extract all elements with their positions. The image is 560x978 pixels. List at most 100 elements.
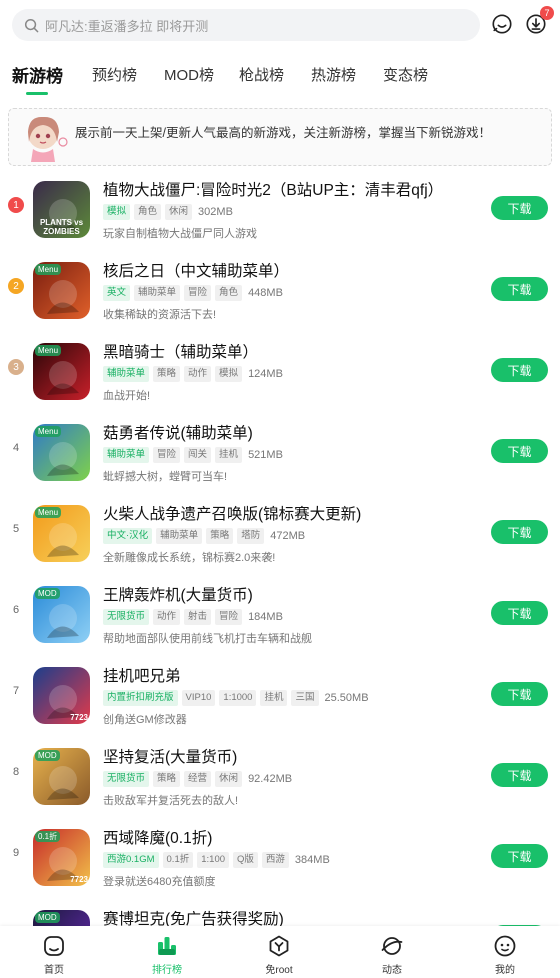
game-tag: 塔防 [237, 528, 265, 544]
tab-new-games[interactable]: 新游榜 [12, 62, 63, 87]
nav-home[interactable]: 首页 [24, 934, 84, 976]
game-tag: 策略 [206, 528, 234, 544]
game-tag: 无限货币 [103, 771, 150, 787]
game-title[interactable]: 挂机吧兄弟 [103, 664, 181, 686]
game-row[interactable]: 4 Menu 菇勇者传说(辅助菜单) 辅助菜单 冒险 闯关 挂机 521MB 蚍蜉撼大树，螳臂可… [0, 413, 560, 494]
game-icon-thumbnail[interactable]: 7723 [33, 667, 90, 724]
game-title[interactable]: 核后之日（中文辅助菜单） [103, 259, 289, 281]
tag-list: 模拟 角色 休闲 302MB [103, 204, 233, 220]
game-tag: 无限货币 [103, 609, 150, 625]
tab-hot[interactable]: 热游榜 [311, 64, 356, 85]
tag-list: 英文 辅助菜单 冒险 角色 448MB [103, 285, 283, 301]
game-tag: 冒险 [153, 447, 181, 463]
game-row[interactable]: 3 Menu 黑暗骑士（辅助菜单） 辅助菜单 策略 动作 模拟 124MB 血战开始! 下载 [0, 332, 560, 413]
info-banner: 展示前一天上架/更新人气最高的新游戏，关注新游榜，掌握当下新锐游戏！ [8, 108, 552, 166]
thumbnail-text: 7723 [70, 713, 88, 722]
tag-list: 辅助菜单 策略 动作 模拟 124MB [103, 366, 283, 382]
download-button[interactable]: 下载 [491, 682, 548, 706]
thumbnail-corner-label: Menu [35, 426, 62, 437]
game-description: 击败敌军并复活死去的敌人! [103, 795, 239, 807]
tab-shooter[interactable]: 枪战榜 [239, 64, 284, 85]
game-title[interactable]: 植物大战僵尸:冒险时光2（B站UP主：清丰君qfj） [103, 178, 443, 200]
nav-ranking[interactable]: 排行榜 [137, 934, 197, 976]
game-tag: 模拟 [103, 204, 131, 220]
ranking-icon [158, 937, 176, 955]
rank-number: 7 [12, 685, 20, 697]
file-size: 92.42MB [248, 773, 293, 785]
game-tag: 1:100 [197, 852, 230, 868]
game-row[interactable]: 6 MOD 王牌轰炸机(大量货币) 无限货币 动作 射击 冒险 184MB 帮助地面部队使用前线… [0, 575, 560, 656]
file-size: 302MB [198, 206, 233, 218]
top-bar: 阿凡达:重返潘多拉 即将开测 7 [0, 0, 560, 50]
download-button[interactable]: 下载 [491, 358, 548, 382]
rank-number: 9 [12, 847, 20, 859]
download-button[interactable]: 下载 [491, 763, 548, 787]
download-button[interactable]: 下载 [491, 601, 548, 625]
tab-modded[interactable]: 变态榜 [383, 64, 428, 85]
game-icon-thumbnail[interactable]: Menu [33, 262, 90, 319]
game-title[interactable]: 菇勇者传说(辅助菜单) [103, 421, 253, 443]
download-button[interactable]: 下载 [491, 439, 548, 463]
game-description: 帮助地面部队使用前线飞机打击车辆和战舰 [103, 633, 312, 645]
game-tag: 西游0.1GM [103, 852, 159, 868]
nav-no-root[interactable]: 免root [249, 934, 309, 976]
game-icon-thumbnail[interactable]: MOD [33, 586, 90, 643]
game-tag: 挂机 [260, 690, 288, 706]
game-tag: 动作 [153, 609, 181, 625]
download-button[interactable]: 下载 [491, 520, 548, 544]
game-title[interactable]: 火柴人战争遗产召唤版(锦标赛大更新) [103, 502, 361, 524]
game-icon-thumbnail[interactable]: 0.1折 7723 [33, 829, 90, 886]
nav-no-root-label: 免root [265, 965, 293, 976]
game-tag: 动作 [184, 366, 212, 382]
game-title[interactable]: 坚持复活(大量货币) [103, 745, 237, 767]
anime-girl-mascot-icon [28, 116, 68, 162]
app-screen: 阿凡达:重返潘多拉 即将开测 7 新游榜 预约榜 MOD榜 枪战榜 热游榜 变态… [0, 0, 560, 978]
game-tag: 闯关 [184, 447, 212, 463]
file-size: 472MB [270, 530, 306, 542]
game-title[interactable]: 黑暗骑士（辅助菜单） [103, 340, 258, 362]
game-row[interactable]: 1 PLANTS vs ZOMBIES 植物大战僵尸:冒险时光2（B站UP主：清丰君… [0, 170, 560, 251]
game-tag: 内置折扣刷充版 [103, 690, 178, 706]
download-manager-button[interactable]: 7 [524, 6, 554, 36]
game-row[interactable]: 2 Menu 核后之日（中文辅助菜单） 英文 辅助菜单 冒险 角色 448MB 收集稀缺的资源活… [0, 251, 560, 332]
game-row[interactable]: 9 0.1折 7723 西域降魔(0.1折) 西游0.1GM 0.1折 1:100 Q版 西游 3… [0, 818, 560, 899]
tab-reservation[interactable]: 预约榜 [92, 64, 137, 85]
thumbnail-corner-label: Menu [35, 345, 62, 356]
game-description: 全新雕像成长系统，锦标赛2.0来袭! [103, 552, 276, 564]
tag-list: 内置折扣刷充版 VIP10 1:1000 挂机 三国 25.50MB [103, 690, 369, 706]
nav-profile-label: 我的 [495, 965, 515, 976]
game-row[interactable]: 7 7723 挂机吧兄弟 内置折扣刷充版 VIP10 1:1000 挂机 三国 25.50MB 创… [0, 656, 560, 737]
game-tag: 休闲 [215, 771, 243, 787]
game-icon-thumbnail[interactable]: Menu [33, 505, 90, 562]
game-row[interactable]: 5 Menu 火柴人战争遗产召唤版(锦标赛大更新) 中文·汉化 辅助菜单 策略 塔防 472M… [0, 494, 560, 575]
rank-number: 2 [8, 278, 24, 294]
bottom-navigation: 首页 排行榜 免root 动态 我的 [0, 926, 560, 978]
game-row[interactable]: 8 MOD 坚持复活(大量货币) 无限货币 策略 经营 休闲 92.42MB 击败敌军并复活死去… [0, 737, 560, 818]
download-button[interactable]: 下载 [491, 196, 548, 220]
message-icon[interactable] [490, 12, 514, 36]
search-icon [24, 18, 39, 32]
game-title[interactable]: 西域降魔(0.1折) [103, 826, 212, 848]
game-icon-thumbnail[interactable]: MOD [33, 748, 90, 805]
game-tag: 经营 [184, 771, 212, 787]
rank-number: 5 [12, 523, 20, 535]
game-tag: 策略 [153, 366, 181, 382]
file-size: 384MB [294, 854, 330, 866]
search-box[interactable]: 阿凡达:重返潘多拉 即将开测 [12, 9, 480, 41]
game-tag: 模拟 [215, 366, 243, 382]
nav-profile[interactable]: 我的 [475, 934, 535, 976]
thumbnail-corner-label: MOD [35, 750, 60, 761]
game-title[interactable]: 王牌轰炸机(大量货币) [103, 583, 253, 605]
game-tag: 冒险 [215, 609, 243, 625]
game-icon-thumbnail[interactable]: Menu [33, 343, 90, 400]
tag-list: 辅助菜单 冒险 闯关 挂机 521MB [103, 447, 283, 463]
download-button[interactable]: 下载 [491, 277, 548, 301]
download-button[interactable]: 下载 [491, 844, 548, 868]
nav-feed[interactable]: 动态 [362, 934, 422, 976]
game-icon-thumbnail[interactable]: Menu [33, 424, 90, 481]
game-tag: 中文·汉化 [103, 528, 153, 544]
game-tag: 西游 [261, 852, 289, 868]
game-icon-thumbnail[interactable]: PLANTS vs ZOMBIES [33, 181, 90, 238]
tag-list: 中文·汉化 辅助菜单 策略 塔防 472MB [103, 528, 305, 544]
tab-mod[interactable]: MOD榜 [164, 64, 214, 85]
